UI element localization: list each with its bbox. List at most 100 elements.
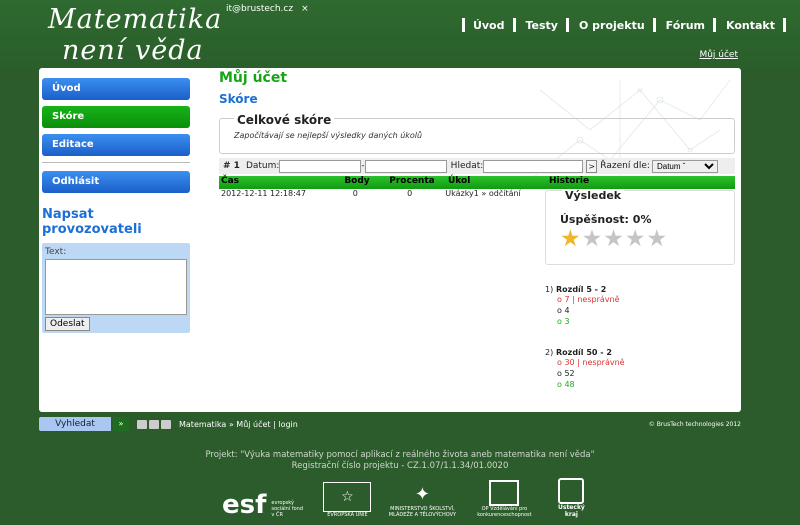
- send-button[interactable]: Odeslat: [45, 317, 90, 331]
- sort-select[interactable]: Datum ˇ: [651, 159, 718, 173]
- sidebar-divider: [42, 162, 190, 163]
- feedback-form: Text: Odeslat: [42, 243, 190, 333]
- kraj-mark-icon: [558, 478, 585, 504]
- nav-label: Testy: [525, 18, 558, 32]
- nav-label: O projektu: [578, 18, 645, 32]
- eu-logo: ☆ EVROPSKÁ UNIE: [323, 482, 372, 518]
- kraj-text: Ústecký kraj: [558, 504, 585, 518]
- nav-item-kontakt[interactable]: Kontakt: [716, 14, 786, 36]
- answer-bullet: o: [557, 358, 562, 367]
- section-title: Skóre: [219, 92, 258, 106]
- footer-search-input[interactable]: Vyhledat: [39, 417, 111, 431]
- op-text: OP Vzdělávání pro konkurenceschopnost: [477, 506, 532, 518]
- footer-search-go-button[interactable]: »: [113, 417, 129, 431]
- result-title: Výsledek: [562, 189, 625, 202]
- feedback-textarea[interactable]: [45, 259, 187, 315]
- print-icon[interactable]: [137, 419, 147, 429]
- filter-bar: # 1 Datum: - Hledat: > Řazení dle: Datum…: [219, 158, 735, 174]
- feedback-text-label: Text:: [45, 247, 67, 257]
- msmt-mark-icon: ✦: [414, 484, 430, 505]
- column-header-history: Historie: [549, 176, 590, 186]
- answer-verdict: | nesprávně: [569, 295, 620, 304]
- total-score-note: Započítávají se nejlepší výsledky daných…: [234, 131, 423, 140]
- success-rate: Úspěšnost: 0%: [560, 213, 652, 226]
- msmt-logo: ✦ MINISTERSTVO ŠKOLSTVÍ, MLÁDEŽE A TĚLOV…: [387, 484, 457, 518]
- nav-item-testy[interactable]: Testy: [516, 14, 569, 36]
- answer-bullet: o: [557, 295, 562, 304]
- esf-text: evropský sociální fond v ČR: [271, 500, 303, 518]
- sponsor-logos: esf evropský sociální fond v ČR ☆ EVROPS…: [220, 478, 591, 518]
- date-to-input[interactable]: [364, 159, 447, 173]
- cell-points: 0: [352, 189, 358, 198]
- nav-item-uvod[interactable]: Úvod: [452, 14, 516, 36]
- esf-logo: esf evropský sociální fond v ČR: [220, 492, 307, 518]
- breadcrumb-home[interactable]: Matematika: [179, 420, 226, 429]
- answer-bullet: o: [557, 306, 562, 315]
- history-number: 1): [545, 285, 554, 294]
- answer-neutral: o 52: [557, 368, 625, 379]
- answer-value: 52: [564, 369, 575, 378]
- sidebar-item-uvod[interactable]: Úvod: [42, 78, 190, 100]
- total-score-box: Celkové skóre Započítávají se nejlepší v…: [219, 113, 735, 154]
- project-line2: Registrační číslo projektu - CZ.1.07/1.1…: [291, 461, 509, 471]
- column-header-task[interactable]: Úkol: [446, 176, 547, 189]
- nav-separator: [461, 18, 465, 32]
- nav-label: Úvod: [472, 18, 505, 32]
- logout-button[interactable]: Odhlásit: [42, 171, 190, 193]
- close-icon[interactable]: ×: [301, 4, 309, 14]
- search-input[interactable]: [483, 159, 584, 173]
- my-account-link[interactable]: Můj účet: [699, 50, 738, 60]
- result-box: Výsledek Úspěšnost: 0% ★ ★ ★ ★ ★: [545, 189, 735, 265]
- history-item-2: 2) Rozdíl 50 - 2 o 30 | nesprávně o 52 o…: [545, 348, 625, 390]
- cell-time: 2012-12-11 12:18:47: [221, 189, 306, 198]
- sidebar-item-editace[interactable]: Editace: [42, 134, 190, 156]
- answer-wrong: o 30 | nesprávně: [557, 357, 625, 368]
- sidebar-item-skore[interactable]: Skóre: [42, 106, 190, 128]
- star-icon: ★: [560, 226, 581, 252]
- answer-correct: o 48: [557, 379, 625, 390]
- date-from-input[interactable]: [279, 159, 362, 173]
- nav-item-o-projektu[interactable]: O projektu: [569, 14, 656, 36]
- email-text: it@brustech.cz: [226, 4, 294, 14]
- project-line1: Projekt: "Výuka matematiky pomocí aplika…: [205, 450, 595, 460]
- nav-label: Fórum: [665, 18, 706, 32]
- nav-label: Kontakt: [726, 18, 775, 32]
- history-item-1: 1) Rozdíl 5 - 2 o 7 | nesprávně o 4 o 3: [545, 285, 619, 327]
- breadcrumb-separator: »: [226, 419, 237, 429]
- total-score-legend: Celkové skóre: [234, 113, 335, 127]
- ustecky-kraj-logo: Ústecký kraj: [551, 478, 591, 518]
- eu-text: EVROPSKÁ UNIE: [327, 512, 368, 518]
- sitemap-icon[interactable]: [161, 419, 171, 429]
- cell-task: Ukázky1 » odčítání: [445, 189, 521, 198]
- answer-value: 30: [564, 358, 575, 367]
- nav-separator: [783, 18, 786, 32]
- breadcrumb-current[interactable]: Můj účet: [236, 420, 270, 429]
- history-number: 2): [545, 348, 554, 357]
- msmt-text: MINISTERSTVO ŠKOLSTVÍ, MLÁDEŽE A TĚLOVÝC…: [388, 506, 457, 518]
- star-icon: ★: [624, 226, 646, 252]
- search-label: Hledat:: [450, 161, 484, 171]
- esf-mark: esf: [222, 490, 267, 520]
- breadcrumb-login[interactable]: login: [278, 420, 298, 429]
- site-logo[interactable]: Matematika není věda: [48, 4, 222, 66]
- table-row[interactable]: 2012-12-11 12:18:47 0 0 Ukázky1 » odčítá…: [219, 189, 543, 198]
- logo-line2: není věda: [62, 35, 204, 66]
- column-header-percent[interactable]: Procenta: [376, 176, 446, 189]
- column-header-points[interactable]: Body: [336, 176, 376, 189]
- star-rating: ★ ★ ★ ★ ★: [560, 228, 667, 251]
- answer-neutral: o 4: [557, 305, 619, 316]
- logo-line1: Matematika: [48, 4, 223, 35]
- op-logo: OP Vzdělávání pro konkurenceschopnost: [473, 480, 535, 518]
- top-navigation: Úvod Testy O projektu Fórum Kontakt: [452, 14, 786, 36]
- user-email: it@brustech.cz ×: [226, 4, 309, 14]
- search-go-button[interactable]: >: [586, 159, 598, 173]
- main-content: Můj účet Skóre: [219, 70, 737, 106]
- answer-verdict: | nesprávně: [574, 358, 625, 367]
- answer-bullet: o: [557, 380, 562, 389]
- pdf-icon[interactable]: [149, 419, 159, 429]
- nav-item-forum[interactable]: Fórum: [656, 14, 717, 36]
- column-header-time[interactable]: Čas: [219, 176, 336, 189]
- history-title: Rozdíl 5 - 2: [556, 285, 607, 294]
- answer-value: 48: [564, 380, 575, 389]
- sort-label: Řazení dle:: [600, 161, 650, 171]
